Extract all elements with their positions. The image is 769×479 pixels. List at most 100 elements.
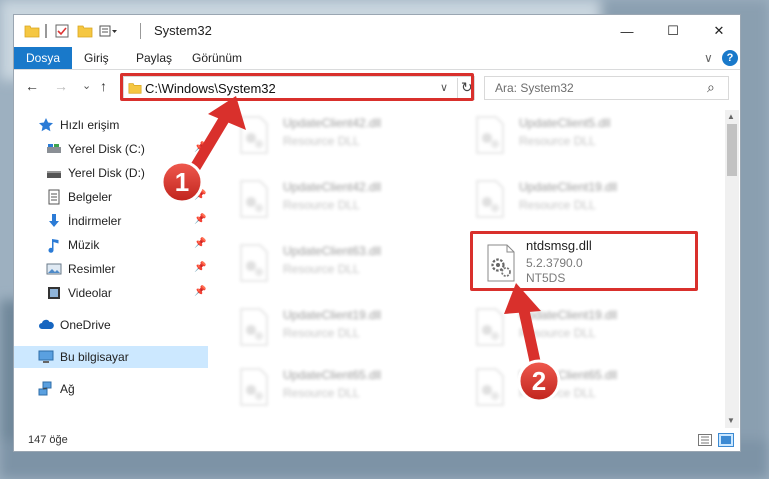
search-box[interactable]: ⌕ <box>484 76 729 100</box>
close-button[interactable]: ✕ <box>696 15 740 47</box>
dll-file-icon <box>240 116 268 154</box>
navigation-pane: Hızlı erişim Yerel Disk (C:) 📌 Yerel Dis… <box>14 110 214 428</box>
scroll-up-icon[interactable]: ▲ <box>727 112 735 121</box>
file-item[interactable]: UpdateClient5.dll Resource DLL <box>457 110 657 160</box>
pin-icon: 📌 <box>194 286 207 297</box>
pin-icon: 📌 <box>194 238 207 249</box>
file-item[interactable]: UpdateClient19.dll Resource DLL <box>457 174 657 224</box>
sidebar-item-label: Belgeler <box>68 190 113 204</box>
network-icon <box>38 381 52 396</box>
customize-toolbar-icon[interactable] <box>99 23 119 39</box>
file-name: UpdateClient19.dll <box>519 308 618 322</box>
status-bar: 147 öğe <box>14 429 740 451</box>
search-input[interactable] <box>495 80 695 96</box>
window-title: System32 <box>154 23 212 38</box>
help-icon[interactable]: ? <box>722 50 738 66</box>
dll-file-icon <box>476 368 504 406</box>
sidebar-item-videos[interactable]: Videolar 📌 <box>14 282 208 304</box>
maximize-button[interactable]: ☐ <box>650 15 696 47</box>
file-item[interactable]: UpdateClient63.dll Resource DLL <box>221 238 421 288</box>
file-description: Resource DLL <box>283 262 360 276</box>
videos-icon <box>48 287 60 299</box>
item-count: 147 öğe <box>28 434 68 446</box>
sidebar-item-label: Bu bilgisayar <box>60 350 129 364</box>
address-bar-highlight <box>120 73 474 101</box>
sidebar-item-network[interactable]: Ağ <box>14 378 208 400</box>
file-name: UpdateClient65.dll <box>283 368 382 382</box>
dll-file-icon <box>476 180 504 218</box>
dll-file-icon <box>476 116 504 154</box>
drive-icon <box>47 144 61 153</box>
title-bar: System32 — ☐ ✕ <box>14 15 740 47</box>
tab-gorunum[interactable]: Görünüm <box>192 47 242 69</box>
file-item[interactable]: UpdateClient65.dll Resource DLL <box>221 362 421 412</box>
sidebar-item-label: OneDrive <box>60 318 111 332</box>
properties-icon[interactable] <box>54 23 70 39</box>
sidebar-item-label: Ağ <box>60 382 75 396</box>
sidebar-item-disk-d[interactable]: Yerel Disk (D:) <box>14 162 208 184</box>
ribbon-expand-icon[interactable]: ∨ <box>704 47 713 69</box>
sidebar-item-quick-access[interactable]: Hızlı erişim <box>14 114 208 136</box>
file-name: UpdateClient63.dll <box>283 244 382 258</box>
file-description: Resource DLL <box>283 134 360 148</box>
pin-icon: 📌 <box>194 142 207 153</box>
sidebar-item-disk-c[interactable]: Yerel Disk (C:) 📌 <box>14 138 208 160</box>
sidebar-item-label: Müzik <box>68 238 100 252</box>
ribbon-tabs: Dosya Giriş Paylaş Görünüm ∨ ? <box>14 47 740 70</box>
up-button[interactable]: ↑ <box>100 78 107 94</box>
dll-file-icon <box>240 308 268 346</box>
forward-button[interactable]: → <box>54 78 68 94</box>
dll-file-icon <box>240 244 268 282</box>
file-description: Resource DLL <box>519 198 596 212</box>
details-view-icon[interactable] <box>698 434 712 446</box>
computer-icon <box>38 350 54 363</box>
file-item[interactable]: UpdateClient19.dll Resource DLL <box>457 302 657 352</box>
pictures-icon <box>46 263 62 275</box>
separator <box>140 23 141 39</box>
sidebar-item-music[interactable]: Müzik 📌 <box>14 234 208 256</box>
file-name: UpdateClient65.dll <box>519 368 618 382</box>
tab-paylas[interactable]: Paylaş <box>136 47 172 69</box>
file-name: UpdateClient42.dll <box>283 116 382 130</box>
folder-icon <box>24 25 40 38</box>
sidebar-item-documents[interactable]: Belgeler 📌 <box>14 186 208 208</box>
dll-file-icon <box>240 180 268 218</box>
tab-giris[interactable]: Giriş <box>84 47 109 69</box>
star-icon <box>39 118 53 132</box>
sidebar-item-onedrive[interactable]: OneDrive <box>14 314 208 336</box>
minimize-button[interactable]: — <box>604 15 650 47</box>
sidebar-item-label: İndirmeler <box>68 214 122 228</box>
tab-dosya[interactable]: Dosya <box>14 47 73 69</box>
sidebar-item-this-pc[interactable]: Bu bilgisayar <box>14 346 208 368</box>
sidebar-item-pictures[interactable]: Resimler 📌 <box>14 258 208 280</box>
sidebar-item-downloads[interactable]: İndirmeler 📌 <box>14 210 208 232</box>
documents-icon <box>48 189 60 205</box>
scroll-thumb[interactable] <box>727 124 737 176</box>
file-item[interactable]: UpdateClient65.dll Resource DLL <box>457 362 657 412</box>
vertical-scrollbar[interactable]: ▲ ▼ <box>725 110 739 428</box>
pin-icon: 📌 <box>194 214 207 225</box>
drive-icon <box>47 171 61 178</box>
file-item[interactable]: UpdateClient42.dll Resource DLL <box>221 110 421 160</box>
music-icon <box>48 239 59 253</box>
search-icon[interactable]: ⌕ <box>707 79 715 96</box>
back-button[interactable]: ← <box>25 78 39 94</box>
pin-icon: 📌 <box>194 190 207 201</box>
pin-icon: 📌 <box>194 262 207 273</box>
file-description: Resource DLL <box>519 134 596 148</box>
scroll-down-icon[interactable]: ▼ <box>727 416 735 425</box>
file-item[interactable]: UpdateClient19.dll Resource DLL <box>221 302 421 352</box>
dll-file-icon <box>240 368 268 406</box>
file-description: Resource DLL <box>283 326 360 340</box>
new-folder-icon[interactable] <box>77 23 93 39</box>
file-name: UpdateClient5.dll <box>519 116 611 130</box>
dll-file-icon <box>476 308 504 346</box>
file-name: UpdateClient19.dll <box>519 180 618 194</box>
downloads-icon <box>49 214 59 227</box>
separator <box>45 24 47 38</box>
file-description: Resource DLL <box>519 386 596 400</box>
sidebar-item-label: Videolar <box>68 286 112 300</box>
recent-locations-button[interactable]: ⌄ <box>82 79 91 92</box>
large-icons-view-icon[interactable] <box>718 433 734 447</box>
file-item[interactable]: UpdateClient42.dll Resource DLL <box>221 174 421 224</box>
